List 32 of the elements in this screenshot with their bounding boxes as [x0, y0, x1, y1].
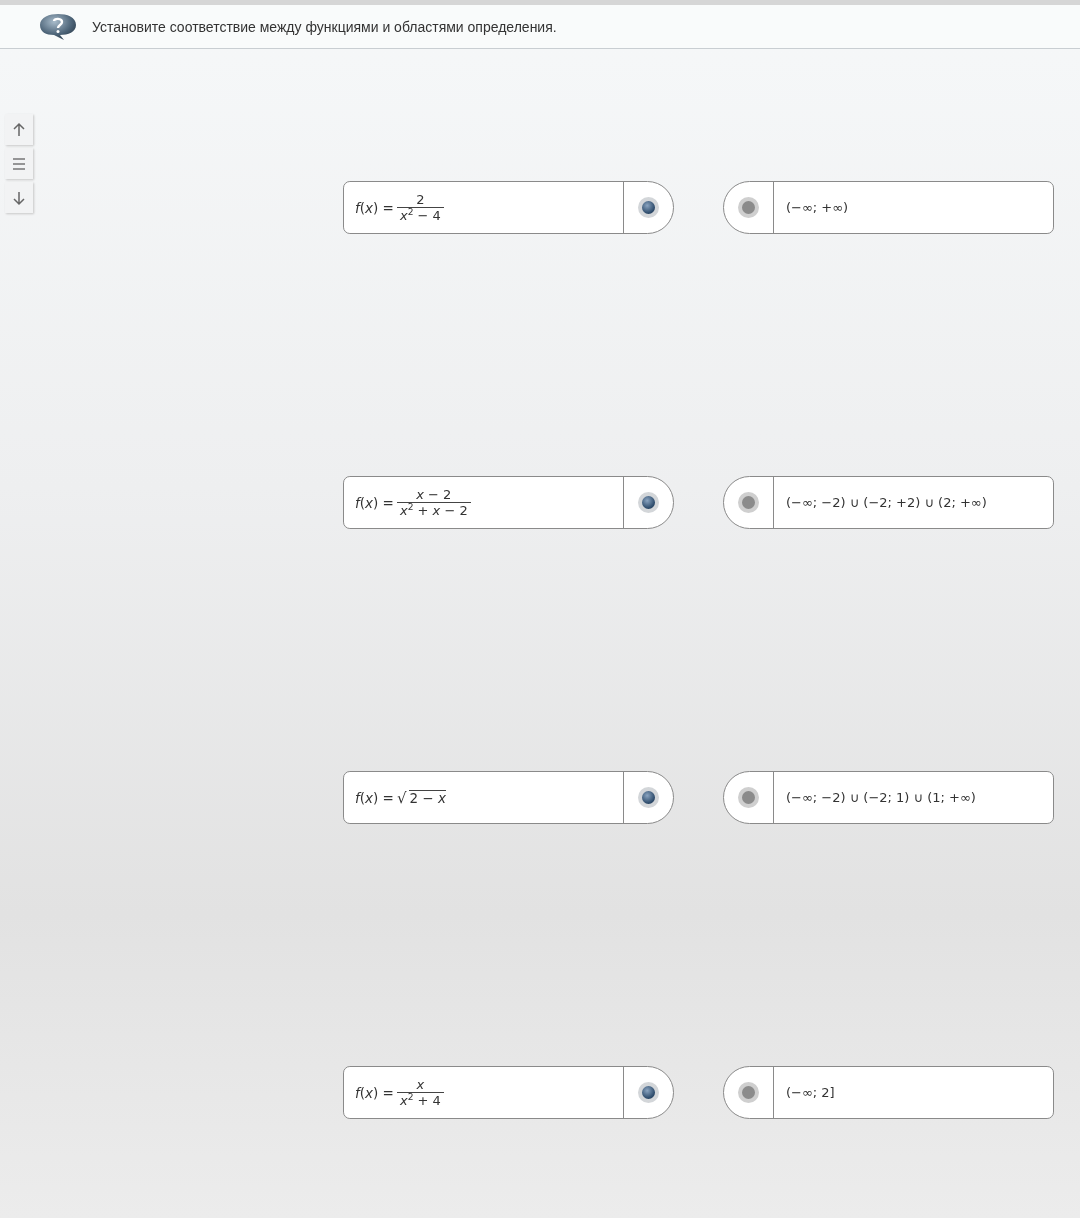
- domain-card[interactable]: (−∞; 2]: [723, 1066, 1054, 1119]
- menu-icon: [12, 155, 26, 172]
- formula-text: f(x) = 2 x$^{2}$ − 4: [344, 182, 623, 233]
- connector-handle[interactable]: [738, 492, 759, 513]
- connector-handle[interactable]: [738, 787, 759, 808]
- connector-handle[interactable]: [738, 197, 759, 218]
- scroll-button[interactable]: [5, 114, 33, 145]
- connector-handle[interactable]: [738, 1082, 759, 1103]
- question-bubble-icon: [38, 12, 78, 41]
- domain-card[interactable]: (−∞; −2) ∪ (−2; +2) ∪ (2; +∞): [723, 476, 1054, 529]
- arrow-up-icon: [12, 121, 26, 138]
- domain-text: (−∞; 2]: [785, 1084, 836, 1102]
- function-card[interactable]: f(x) = x − 2 x$^{2}$ + x − 2: [343, 476, 674, 529]
- domain-text: (−∞; −2) ∪ (−2; +2) ∪ (2; +∞): [785, 494, 988, 512]
- connector-handle[interactable]: [638, 787, 659, 808]
- connector-handle[interactable]: [638, 197, 659, 218]
- domain-card[interactable]: (−∞; +∞): [723, 181, 1054, 234]
- domain-text: (−∞; +∞): [785, 199, 850, 217]
- scroll-button[interactable]: [5, 182, 33, 213]
- arrow-down-icon: [12, 189, 26, 206]
- domain-card[interactable]: (−∞; −2) ∪ (−2; 1) ∪ (1; +∞): [723, 771, 1054, 824]
- connector-handle[interactable]: [638, 1082, 659, 1103]
- question-text: Установите соответствие между функциями и областями определения.: [92, 18, 557, 35]
- formula-text: f(x) = x x$^{2}$ + 4: [344, 1067, 623, 1118]
- formula-text: f(x) = x − 2 x$^{2}$ + x − 2: [344, 477, 623, 528]
- function-card[interactable]: f(x) = 2 x$^{2}$ − 4: [343, 181, 674, 234]
- connector-handle[interactable]: [638, 492, 659, 513]
- menu-button[interactable]: [5, 148, 33, 179]
- domain-text: (−∞; −2) ∪ (−2; 1) ∪ (1; +∞): [785, 789, 977, 807]
- function-card[interactable]: f(x) = √ 2 − x: [343, 771, 674, 824]
- function-card[interactable]: f(x) = x x$^{2}$ + 4: [343, 1066, 674, 1119]
- formula-text: f(x) = √ 2 − x: [354, 787, 447, 809]
